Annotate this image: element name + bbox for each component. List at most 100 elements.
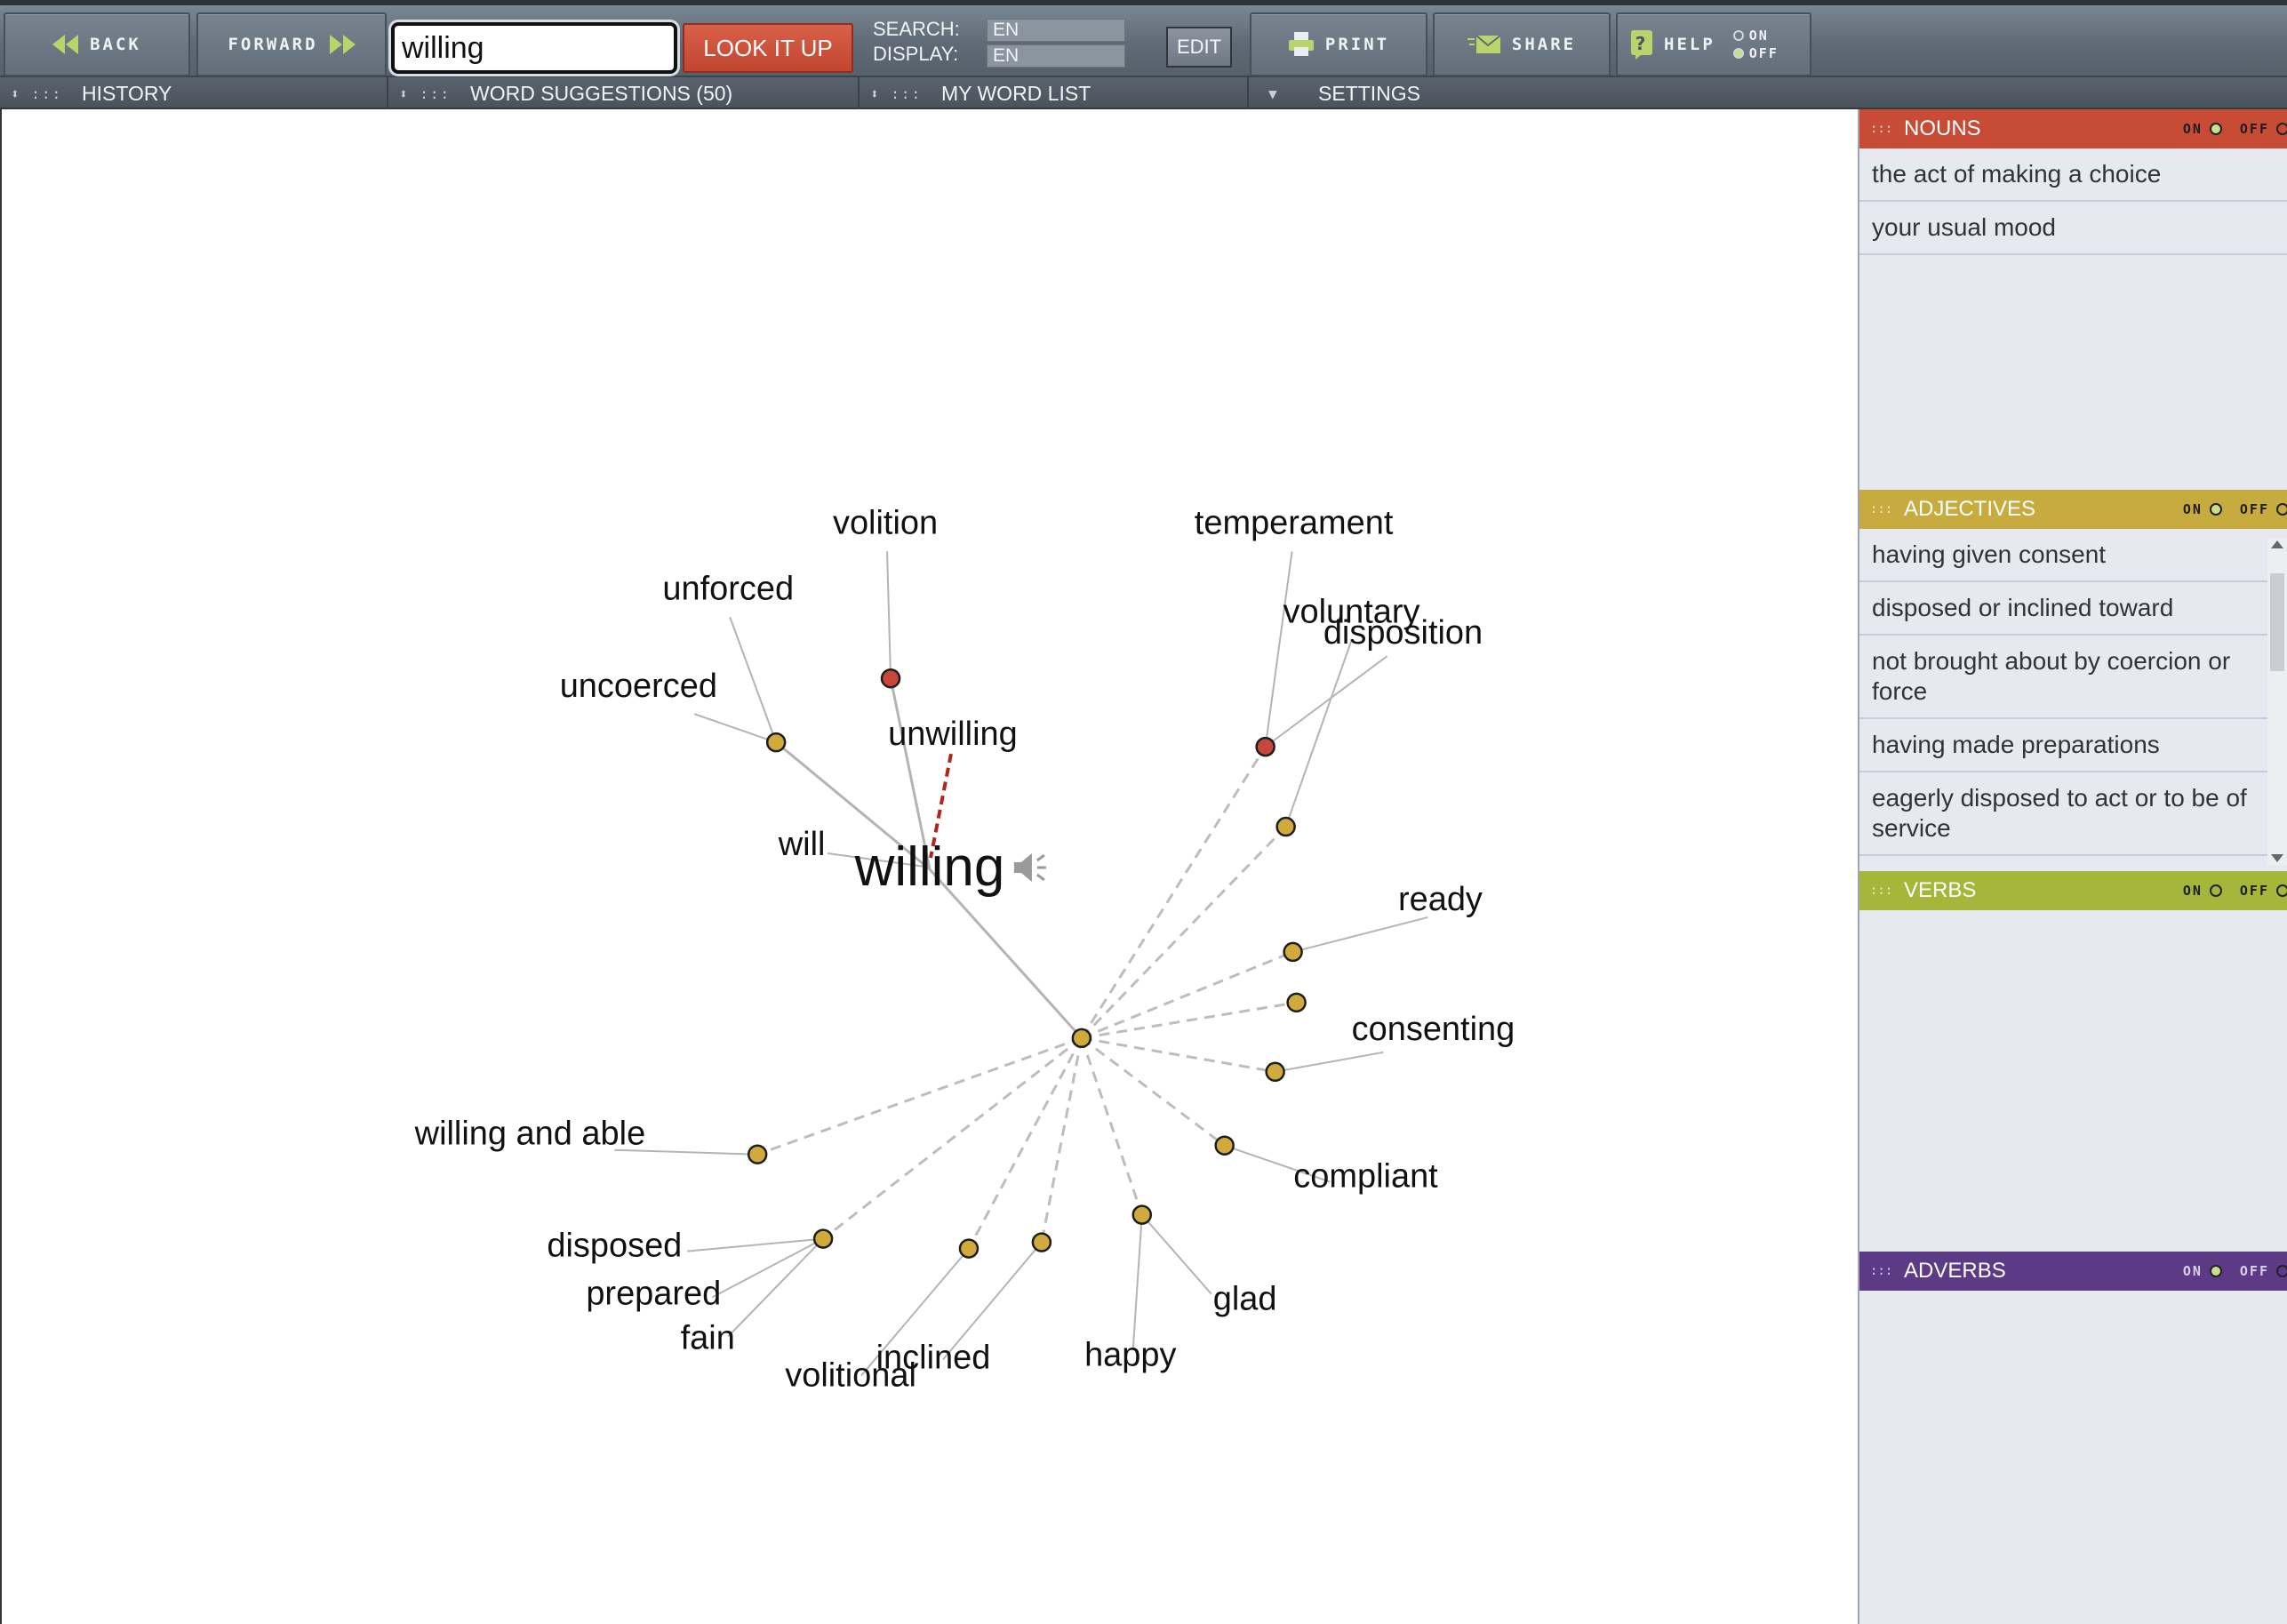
double-left-arrow-icon xyxy=(52,35,79,54)
word-node-label[interactable]: unforced xyxy=(662,570,794,607)
help-off-radio[interactable] xyxy=(1732,48,1744,59)
back-button[interactable]: BACK xyxy=(4,12,190,76)
help-on-radio[interactable] xyxy=(1732,30,1744,41)
adjectives-off-toggle[interactable]: OFF xyxy=(2240,501,2287,517)
adj-sense-node[interactable] xyxy=(1265,1061,1285,1083)
my-word-list-tab[interactable]: ⬍ ::: MY WORD LIST xyxy=(860,77,1249,109)
forward-button[interactable]: FORWARD xyxy=(196,12,387,76)
nouns-off-toggle[interactable]: OFF xyxy=(2240,121,2287,137)
verbs-header[interactable]: ::: VERBS ON OFF xyxy=(1859,871,2287,910)
noun-definition-item[interactable]: the act of making a choice xyxy=(1859,148,2287,202)
help-label: HELP xyxy=(1664,35,1715,54)
envelope-icon xyxy=(1467,35,1501,53)
noun-sense-node[interactable] xyxy=(1255,736,1275,757)
adj-sense-node[interactable] xyxy=(1286,992,1307,1013)
verbs-on-toggle[interactable]: ON xyxy=(2183,883,2222,899)
label-connector xyxy=(1275,1051,1384,1073)
word-suggestions-tab[interactable]: ⬍ ::: WORD SUGGESTIONS (50) xyxy=(388,77,860,109)
word-node-label[interactable]: prepared xyxy=(586,1276,721,1313)
word-node-label[interactable]: fain xyxy=(681,1319,735,1356)
noun-sense-node[interactable] xyxy=(880,668,901,689)
verbs-on-label: ON xyxy=(2182,883,2203,899)
look-it-up-button[interactable]: LOOK IT UP xyxy=(683,23,853,73)
display-lang-value[interactable]: EN xyxy=(987,44,1125,68)
scroll-up-arrow-icon[interactable] xyxy=(2267,538,2287,552)
graph-edge xyxy=(1081,1036,1275,1074)
adjectives-on-toggle[interactable]: ON xyxy=(2183,501,2222,517)
scrollbar-thumb[interactable] xyxy=(2270,573,2284,671)
word-node-label[interactable]: volition xyxy=(833,504,938,541)
word-node-label[interactable]: unwilling xyxy=(888,716,1018,753)
nouns-on-toggle[interactable]: ON xyxy=(2183,121,2222,137)
adj-sense-node[interactable] xyxy=(765,732,787,753)
scroll-down-arrow-icon[interactable] xyxy=(2267,851,2287,865)
adjective-definition-item[interactable]: not brought about by coercion or force xyxy=(1859,636,2268,719)
graph-edge xyxy=(822,1036,1083,1240)
word-graph[interactable]: volition temperamentunforcedvoluntarydisp… xyxy=(0,109,1858,1624)
word-node-label[interactable]: disposition xyxy=(1323,614,1483,652)
verbs-title: VERBS xyxy=(1904,878,1977,902)
adverbs-on-toggle[interactable]: ON xyxy=(2183,1263,2222,1279)
adj-sense-node[interactable] xyxy=(1071,1028,1092,1049)
help-toggle[interactable]: ON OFF xyxy=(1732,28,1779,61)
print-button[interactable]: PRINT xyxy=(1250,12,1427,76)
nouns-header[interactable]: ::: NOUNS ON OFF xyxy=(1859,109,2287,148)
history-label: HISTORY xyxy=(82,81,172,105)
adjectives-scrollbar[interactable] xyxy=(2267,538,2287,865)
label-connector xyxy=(1284,639,1353,828)
settings-label: SETTINGS xyxy=(1318,81,1421,105)
share-button[interactable]: SHARE xyxy=(1433,12,1611,76)
adverbs-on-label: ON xyxy=(2182,1263,2203,1279)
adj-sense-node[interactable] xyxy=(1283,941,1303,963)
word-node-label[interactable]: will xyxy=(778,826,826,863)
center-word[interactable]: willing xyxy=(854,836,1005,898)
sort-grip-icon: ⬍ ::: xyxy=(870,84,923,102)
word-node-label[interactable]: temperament xyxy=(1195,504,1394,541)
search-input[interactable] xyxy=(391,22,677,74)
settings-tab[interactable]: ▼ SETTINGS xyxy=(1249,77,1693,109)
adverbs-header[interactable]: ::: ADVERBS ON OFF xyxy=(1859,1252,2287,1291)
word-node-label[interactable]: happy xyxy=(1084,1336,1176,1373)
adjectives-header[interactable]: ::: ADJECTIVES ON OFF xyxy=(1859,490,2287,529)
word-node-label[interactable]: glad xyxy=(1213,1281,1277,1318)
drag-grip-icon: ::: xyxy=(1870,502,1893,516)
nouns-definition-list: the act of making a choice your usual moo… xyxy=(1859,148,2287,255)
drag-grip-icon: ::: xyxy=(1870,884,1893,898)
adj-sense-node[interactable] xyxy=(747,1144,768,1164)
word-node-label[interactable]: willing and able xyxy=(414,1116,646,1153)
adverbs-off-toggle[interactable]: OFF xyxy=(2240,1263,2287,1279)
adj-sense-node[interactable] xyxy=(812,1228,834,1249)
word-node-label[interactable]: disposed xyxy=(547,1228,682,1265)
adj-sense-node[interactable] xyxy=(1214,1135,1235,1156)
adjectives-on-label: ON xyxy=(2182,501,2203,517)
word-node-label[interactable]: volitional xyxy=(785,1356,916,1394)
adjective-definition-item[interactable]: disposed or inclined toward xyxy=(1859,582,2268,636)
graph-edge xyxy=(967,1037,1084,1250)
adjective-definition-item[interactable]: eagerly disposed to act or to be of serv… xyxy=(1859,772,2268,856)
speaker-icon[interactable] xyxy=(1013,853,1046,882)
graph-edge xyxy=(1080,1037,1144,1216)
top-toolbar: BACK FORWARD LOOK IT UP SEARCH: DISPLAY:… xyxy=(0,0,2287,77)
sort-grip-icon: ⬍ ::: xyxy=(11,84,63,102)
nouns-title: NOUNS xyxy=(1904,116,1981,140)
adj-sense-node[interactable] xyxy=(1132,1204,1153,1225)
adj-sense-node[interactable] xyxy=(1275,816,1296,837)
adjective-definition-item[interactable]: having given consent xyxy=(1859,529,2268,582)
word-node-label[interactable]: consenting xyxy=(1352,1011,1515,1048)
caret-down-icon: ▼ xyxy=(1268,84,1279,102)
label-connector xyxy=(729,616,778,743)
my-word-list-label: MY WORD LIST xyxy=(941,81,1092,105)
adj-sense-node[interactable] xyxy=(958,1238,980,1259)
edit-language-button[interactable]: EDIT xyxy=(1166,27,1232,68)
noun-definition-item[interactable]: your usual mood xyxy=(1859,202,2287,255)
help-button[interactable]: ? HELP ON OFF xyxy=(1616,12,1811,76)
search-lang-value[interactable]: EN xyxy=(987,19,1125,42)
word-node-label[interactable]: ready xyxy=(1398,881,1483,918)
history-tab[interactable]: ⬍ ::: HISTORY xyxy=(0,77,388,109)
graph-edge xyxy=(756,1036,1083,1156)
adj-sense-node[interactable] xyxy=(1031,1232,1052,1252)
word-node-label[interactable]: compliant xyxy=(1293,1158,1438,1196)
verbs-off-toggle[interactable]: OFF xyxy=(2240,883,2287,899)
word-node-label[interactable]: uncoerced xyxy=(560,668,717,705)
adjective-definition-item[interactable]: having made preparations xyxy=(1859,719,2268,772)
